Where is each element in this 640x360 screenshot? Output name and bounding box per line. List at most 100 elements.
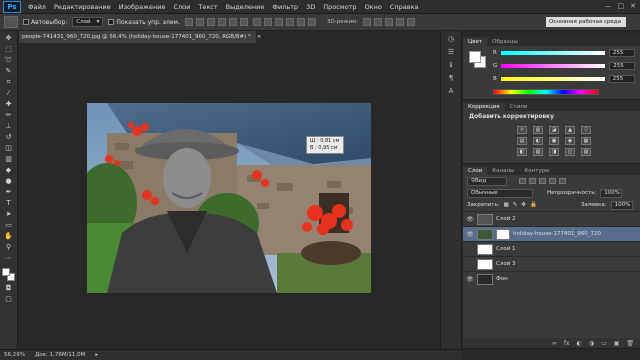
shape-filter-icon[interactable] [549,178,556,184]
shape-tool-icon[interactable]: ▭ [3,221,15,230]
more-tools-icon[interactable]: ⋯ [3,254,15,263]
dodge-tool-icon[interactable]: ● [3,177,15,186]
eyedropper-tool-icon[interactable]: ⁄ [3,89,15,98]
scale-3d-icon[interactable] [407,18,416,26]
properties-icon[interactable]: ☰ [446,48,457,57]
drag-3d-icon[interactable] [385,18,394,26]
close-tab-icon[interactable]: × [257,34,262,40]
status-arrow-icon[interactable]: ▸ [95,352,98,358]
layer-name[interactable]: Фон [496,276,508,282]
brush-tool-icon[interactable]: ✏ [3,111,15,120]
slider-track[interactable] [500,51,605,55]
slider-r[interactable]: R 255 [493,49,635,57]
slider-value[interactable]: 255 [608,75,635,83]
layer-name[interactable]: Слой 2 [496,216,516,222]
menu-item[interactable]: Слои [169,3,194,11]
adjustment-icon[interactable]: ◉ [565,137,575,145]
lock-pixels-icon[interactable]: ✎ [513,202,518,208]
slider-g[interactable]: G 255 [493,62,636,70]
quick-mask-icon[interactable]: ◘ [3,284,15,293]
tab-swatches[interactable]: Образцы [487,38,523,46]
distribute-icon[interactable] [307,18,316,26]
eye-icon[interactable]: 👁 [463,276,477,283]
character-icon[interactable]: A [446,87,457,96]
workspace-dropdown[interactable]: Основная рабочая среда [546,17,626,27]
menu-item[interactable]: Окно [361,3,386,11]
adjustment-icon[interactable]: ▽ [581,126,591,134]
distribute-icon[interactable] [274,18,283,26]
adjustment-icon[interactable]: ◧ [517,148,527,156]
slider-value[interactable]: 255 [608,49,635,57]
tab-color[interactable]: Цвет [463,38,488,46]
screen-mode-icon[interactable]: ▢ [3,295,15,304]
align-bottom-icon[interactable] [206,18,215,26]
menu-item[interactable]: Фильтр [268,3,302,11]
lock-position-icon[interactable]: ✥ [521,202,526,208]
align-center-icon[interactable] [228,18,237,26]
move-tool-icon[interactable]: ✥ [3,34,15,43]
tab-styles[interactable]: Стили [505,103,533,111]
gradient-tool-icon[interactable]: ▥ [3,155,15,164]
paragraph-icon[interactable]: ¶ [446,74,457,83]
layer-thumbnail[interactable] [477,213,493,225]
adjustment-icon[interactable]: ▥ [533,126,543,134]
rotate-3d-icon[interactable] [363,18,372,26]
type-filter-icon[interactable] [539,178,546,184]
menu-item[interactable]: Справка [386,3,423,11]
distribute-icon[interactable] [263,18,272,26]
marquee-tool-icon[interactable]: ⬚ [3,45,15,54]
distribute-icon[interactable] [296,18,305,26]
autoselect-dropdown[interactable]: Слой ▾ [72,17,104,27]
layer-row[interactable]: 👁 holiday-house-177401_960_720 [463,226,640,241]
slider-track[interactable] [501,64,606,68]
adjustment-filter-icon[interactable] [529,178,536,184]
zoom-level[interactable]: 56,29% [4,352,25,358]
layers-footer-icon[interactable]: ▣ [614,340,620,347]
tool-preset-picker[interactable] [4,16,18,28]
eye-icon[interactable]: 👁 [463,216,477,223]
menu-item[interactable]: 3D [302,3,319,11]
adjustment-icon[interactable]: ▤ [517,137,527,145]
opacity-input[interactable]: 100% [600,188,623,198]
pen-tool-icon[interactable]: ✒ [3,188,15,197]
smart-object-filter-icon[interactable] [559,178,566,184]
align-top-icon[interactable] [184,18,193,26]
slider-track[interactable] [500,77,605,81]
adjustment-icon[interactable]: ▦ [581,137,591,145]
layer-row[interactable]: Слой 1 [463,241,640,256]
layers-footer-icon[interactable]: ▭ [601,340,607,347]
adjustment-icon[interactable]: ▧ [533,148,543,156]
tab-adjustments[interactable]: Коррекция [463,103,505,111]
document-tab[interactable]: people-741431_960_720.jpg @ 56,4% (holid… [19,31,261,43]
menu-item[interactable]: Файл [24,3,50,11]
adjustment-icon[interactable]: ▲ [565,126,575,134]
tab-channels[interactable]: Каналы [487,167,519,175]
adjustment-icon[interactable]: ▣ [549,137,559,145]
layer-kind-filter[interactable]: ⚲ Вид [467,176,507,186]
adjustment-icon[interactable]: ◪ [549,126,559,134]
layer-thumbnail[interactable] [477,243,493,255]
layer-thumbnail[interactable] [477,228,493,240]
slide-3d-icon[interactable] [396,18,405,26]
type-tool-icon[interactable]: T [3,199,15,208]
adjustment-icon[interactable]: ▨ [581,148,591,156]
adjustment-icon[interactable]: ◫ [565,148,575,156]
menu-item[interactable]: Редактирование [50,3,115,11]
crop-tool-icon[interactable]: ⌗ [3,78,15,87]
show-controls-checkbox[interactable]: Показать упр. элем. [108,19,180,26]
lock-all-icon[interactable]: 🔒 [530,202,537,208]
lock-transparency-icon[interactable]: ▦ [504,202,509,208]
foreground-color-chip[interactable] [469,51,481,63]
adjustment-icon[interactable]: ◐ [533,137,543,145]
slider-value[interactable]: 255 [609,62,636,70]
blur-tool-icon[interactable]: ◆ [3,166,15,175]
tab-layers[interactable]: Слои [463,167,488,175]
menu-item[interactable]: Просмотр [319,3,360,11]
distribute-icon[interactable] [252,18,261,26]
roll-3d-icon[interactable] [374,18,383,26]
layer-mask-thumbnail[interactable] [496,228,510,240]
hand-tool-icon[interactable]: ✋ [3,232,15,241]
foreground-color-swatch[interactable] [1,268,10,276]
maximize-button[interactable]: □ [618,2,625,10]
layer-name[interactable]: holiday-house-177401_960_720 [513,231,601,237]
